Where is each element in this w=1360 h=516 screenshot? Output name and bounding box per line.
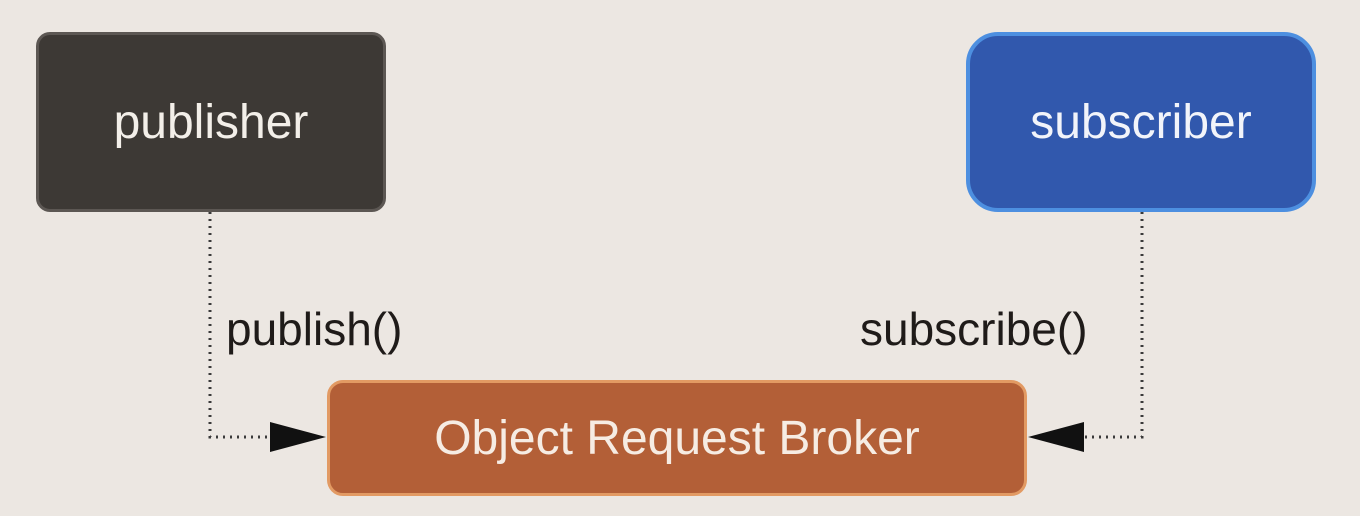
subscribe-arrowhead-icon (1028, 422, 1084, 452)
subscriber-node: subscriber (966, 32, 1316, 212)
publish-edge-label: publish() (226, 303, 403, 355)
broker-node-label: Object Request Broker (434, 411, 920, 465)
publisher-node: publisher (36, 32, 386, 212)
broker-node: Object Request Broker (327, 380, 1027, 496)
publisher-node-label: publisher (113, 95, 309, 149)
subscriber-node-label: subscriber (1030, 95, 1252, 149)
publish-arrowhead-icon (270, 422, 326, 452)
subscribe-edge-label: subscribe() (860, 303, 1088, 355)
diagram-canvas: publisher subscriber Object Request Brok… (0, 0, 1360, 516)
